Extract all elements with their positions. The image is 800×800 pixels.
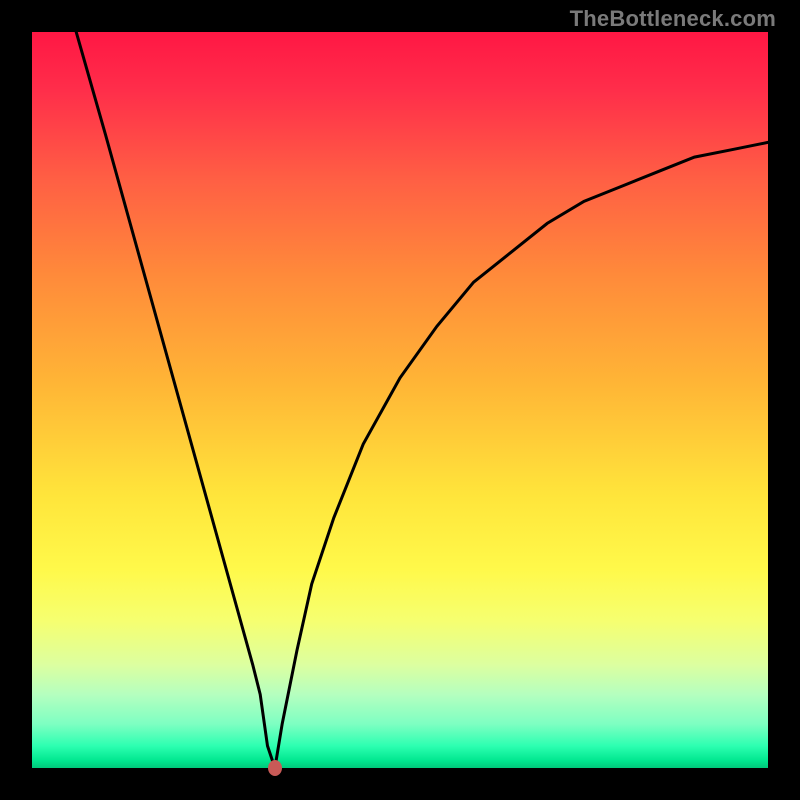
curve-svg [32,32,768,768]
curve-right-branch [275,142,768,768]
curve-left-branch [76,32,275,768]
optimum-marker [268,760,282,776]
watermark: TheBottleneck.com [570,6,776,32]
chart-frame: TheBottleneck.com [0,0,800,800]
